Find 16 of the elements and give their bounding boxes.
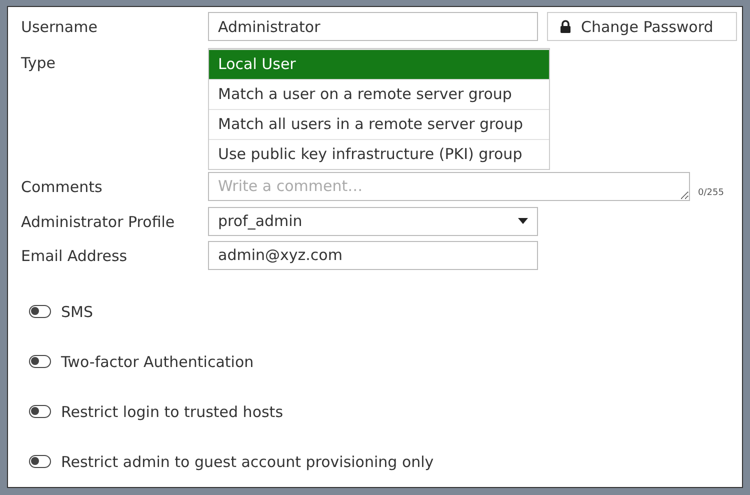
field-label: Type — [21, 53, 56, 74]
field-label: Administrator Profile — [21, 212, 176, 233]
comment-field[interactable]: Write a comment… — [208, 172, 690, 201]
field-label: Email Address — [21, 246, 128, 267]
toggle-label: Restrict admin to guest account provisioning only — [61, 452, 434, 471]
toggle-label: SMS — [61, 302, 93, 321]
profile-select[interactable]: prof_admin — [208, 206, 538, 236]
email-field[interactable]: admin@xyz.com — [208, 240, 538, 270]
field-label: Username — [21, 17, 98, 38]
dropdown-option[interactable]: Local User — [209, 49, 549, 79]
toggle-label: Restrict login to trusted hosts — [61, 402, 284, 421]
character-counter: 0/255 — [698, 188, 724, 198]
change-password-button[interactable]: Change Password — [547, 12, 737, 41]
toggle-label: Two-factor Authentication — [61, 352, 254, 371]
field-label: Comments — [21, 176, 104, 198]
username-field[interactable]: Administrator — [208, 12, 538, 41]
